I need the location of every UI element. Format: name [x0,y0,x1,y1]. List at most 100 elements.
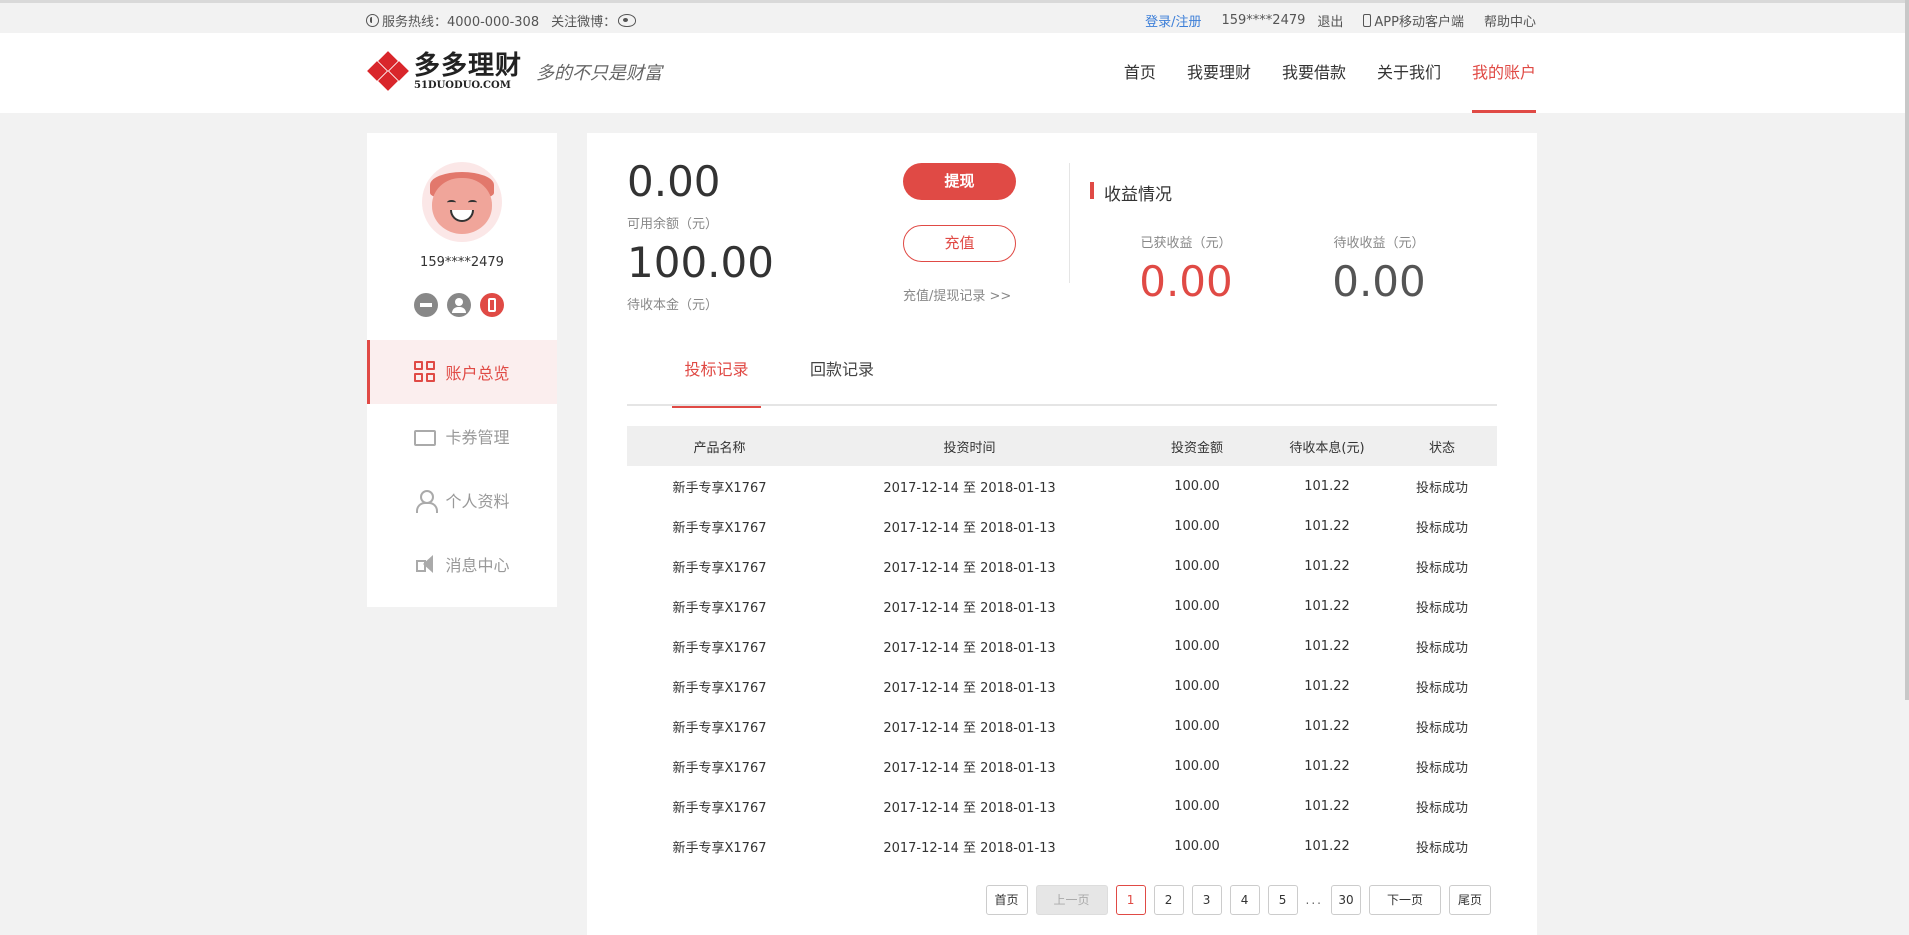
pending-principal: 100.00 [627,238,774,287]
account-overview-panel: 0.00 可用余额（元） 100.00 待收本金（元） 提现 充值 充值/提现记… [587,133,1537,935]
table-cell: 100.00 [1174,478,1220,494]
pending-principal-label: 待收本金（元） [627,298,719,313]
available-balance-label: 可用余额（元） [627,217,719,232]
table-cell: 2017-12-14 至 2018-01-13 [883,480,1056,496]
table-cell: 新手专享X1767 [672,600,767,616]
follow-weibo[interactable]: 关注微博： [551,11,637,30]
table-cell: 101.22 [1304,518,1350,534]
sidebar-item-label: 个人资料 [445,492,510,511]
earned-income: 已获收益（元） 0.00 [1111,232,1261,306]
column-header: 待收本息(元) [1289,440,1365,456]
sidebar-item-profile[interactable]: 个人资料 [367,468,557,532]
mobile-verified-icon[interactable] [480,293,504,317]
logout-link[interactable]: 退出 [1317,11,1343,30]
table-row: 新手专享X1767 2017-12-14 至 2018-01-13 100.00 10… [627,786,1497,826]
follow-weibo-label: 关注微博： [551,14,617,30]
login-register-link[interactable]: 登录/注册 [1145,11,1201,30]
identity-icon[interactable] [447,293,471,317]
nav-about[interactable]: 关于我们 [1377,33,1441,113]
help-center-link[interactable]: 帮助中心 [1484,11,1536,30]
page-button[interactable]: 2 [1153,885,1184,915]
pending-income-label: 待收收益（元） [1333,236,1425,251]
page-scrollbar[interactable] [1905,0,1909,700]
earned-income-value: 0.00 [1139,257,1233,306]
table-cell: 2017-12-14 至 2018-01-13 [883,640,1056,656]
table-row: 新手专享X1767 2017-12-14 至 2018-01-13 100.00 10… [627,546,1497,586]
nav-borrow[interactable]: 我要借款 [1282,33,1346,113]
tab-repayment-records[interactable]: 回款记录 [797,351,887,406]
page-button[interactable]: 3 [1191,885,1222,915]
table-cell: 2017-12-14 至 2018-01-13 [883,800,1056,816]
income-title: 收益情况 [1090,180,1172,205]
table-cell: 101.22 [1304,638,1350,654]
table-cell: 新手专享X1767 [672,560,767,576]
tab-bid-records[interactable]: 投标记录 [672,351,761,408]
nav-my-account[interactable]: 我的账户 [1471,33,1537,113]
table-cell: 100.00 [1174,678,1220,694]
avatar[interactable] [422,162,502,242]
column-header: 投资时间 [943,440,996,456]
page-button[interactable]: 1 [1115,885,1146,915]
table-cell: 投标成功 [1415,520,1468,536]
table-cell: 101.22 [1304,758,1350,774]
mobile-icon [1363,13,1372,27]
app-link[interactable]: APP移动客户端 [1363,11,1464,30]
sidebar-item-coupons[interactable]: 卡券管理 [367,404,557,468]
sidebar-item-messages[interactable]: 消息中心 [367,532,557,596]
table-cell: 101.22 [1304,718,1350,734]
hotline-text: 服务热线：4000-000-308 [382,14,540,30]
table-cell: 新手专享X1767 [672,720,767,736]
column-header: 产品名称 [693,440,746,456]
pending-income-value: 0.00 [1332,257,1426,306]
recharge-button[interactable]: 充值 [903,225,1016,262]
main-nav: 首页 我要理财 我要借款 关于我们 我的账户 [1124,33,1537,113]
table-cell: 101.22 [1304,798,1350,814]
table-cell: 投标成功 [1415,800,1468,816]
table-cell: 新手专享X1767 [672,760,767,776]
table-cell: 100.00 [1174,558,1220,574]
nav-home[interactable]: 首页 [1124,33,1156,113]
withdraw-button[interactable]: 提现 [903,163,1016,200]
table-cell: 101.22 [1304,558,1350,574]
table-cell: 新手专享X1767 [672,480,767,496]
next-page-button[interactable]: 下一页 [1368,885,1441,915]
table-row: 新手专享X1767 2017-12-14 至 2018-01-13 100.00 10… [627,626,1497,666]
table-cell: 100.00 [1174,598,1220,614]
table-cell: 投标成功 [1415,640,1468,656]
nav-invest[interactable]: 我要理财 [1187,33,1251,113]
table-row: 新手专享X1767 2017-12-14 至 2018-01-13 100.00 10… [627,506,1497,546]
page-button[interactable]: 5 [1267,885,1298,915]
bank-card-icon[interactable] [414,293,438,317]
sidebar-menu: 账户总览 卡券管理 个人资料 消息中心 [367,340,557,596]
page-button[interactable]: 30 [1330,885,1361,915]
phone-icon [366,13,379,27]
first-page-button[interactable]: 首页 [985,885,1028,915]
page-button[interactable]: 4 [1229,885,1260,915]
last-page-button[interactable]: 尾页 [1448,885,1491,915]
prev-page-button[interactable]: 上一页 [1035,885,1108,915]
column-header: 状态 [1428,440,1455,456]
column-header: 投资金额 [1170,440,1223,456]
weibo-icon[interactable] [618,13,637,27]
table-cell: 投标成功 [1415,560,1468,576]
site-header: 多多理财 51DUODUO.COM 多的不只是财富 首页 我要理财 我要借款 关… [0,33,1909,113]
table-cell: 101.22 [1304,678,1350,694]
logo-mark-icon [366,50,410,94]
sidebar-item-label: 账户总览 [445,364,510,383]
table-cell: 100.00 [1174,718,1220,734]
table-row: 新手专享X1767 2017-12-14 至 2018-01-13 100.00 10… [627,466,1497,506]
table-cell: 新手专享X1767 [672,680,767,696]
speaker-icon [414,553,436,575]
sidebar-item-overview[interactable]: 账户总览 [367,340,557,404]
table-cell: 100.00 [1174,838,1220,854]
sidebar-item-label: 消息中心 [445,556,510,575]
pending-income: 待收收益（元） 0.00 [1304,232,1454,306]
table-cell: 投标成功 [1415,680,1468,696]
table-row: 新手专享X1767 2017-12-14 至 2018-01-13 100.00 10… [627,826,1497,866]
table-body: 新手专享X1767 2017-12-14 至 2018-01-13 100.00 10… [627,466,1497,866]
table-row: 新手专享X1767 2017-12-14 至 2018-01-13 100.00 10… [627,586,1497,626]
table-cell: 100.00 [1174,638,1220,654]
site-logo[interactable]: 多多理财 51DUODUO.COM 多的不只是财富 [366,50,662,94]
earned-income-label: 已获收益（元） [1140,236,1232,251]
recharge-withdraw-records-link[interactable]: 充值/提现记录 >> [903,285,1011,304]
